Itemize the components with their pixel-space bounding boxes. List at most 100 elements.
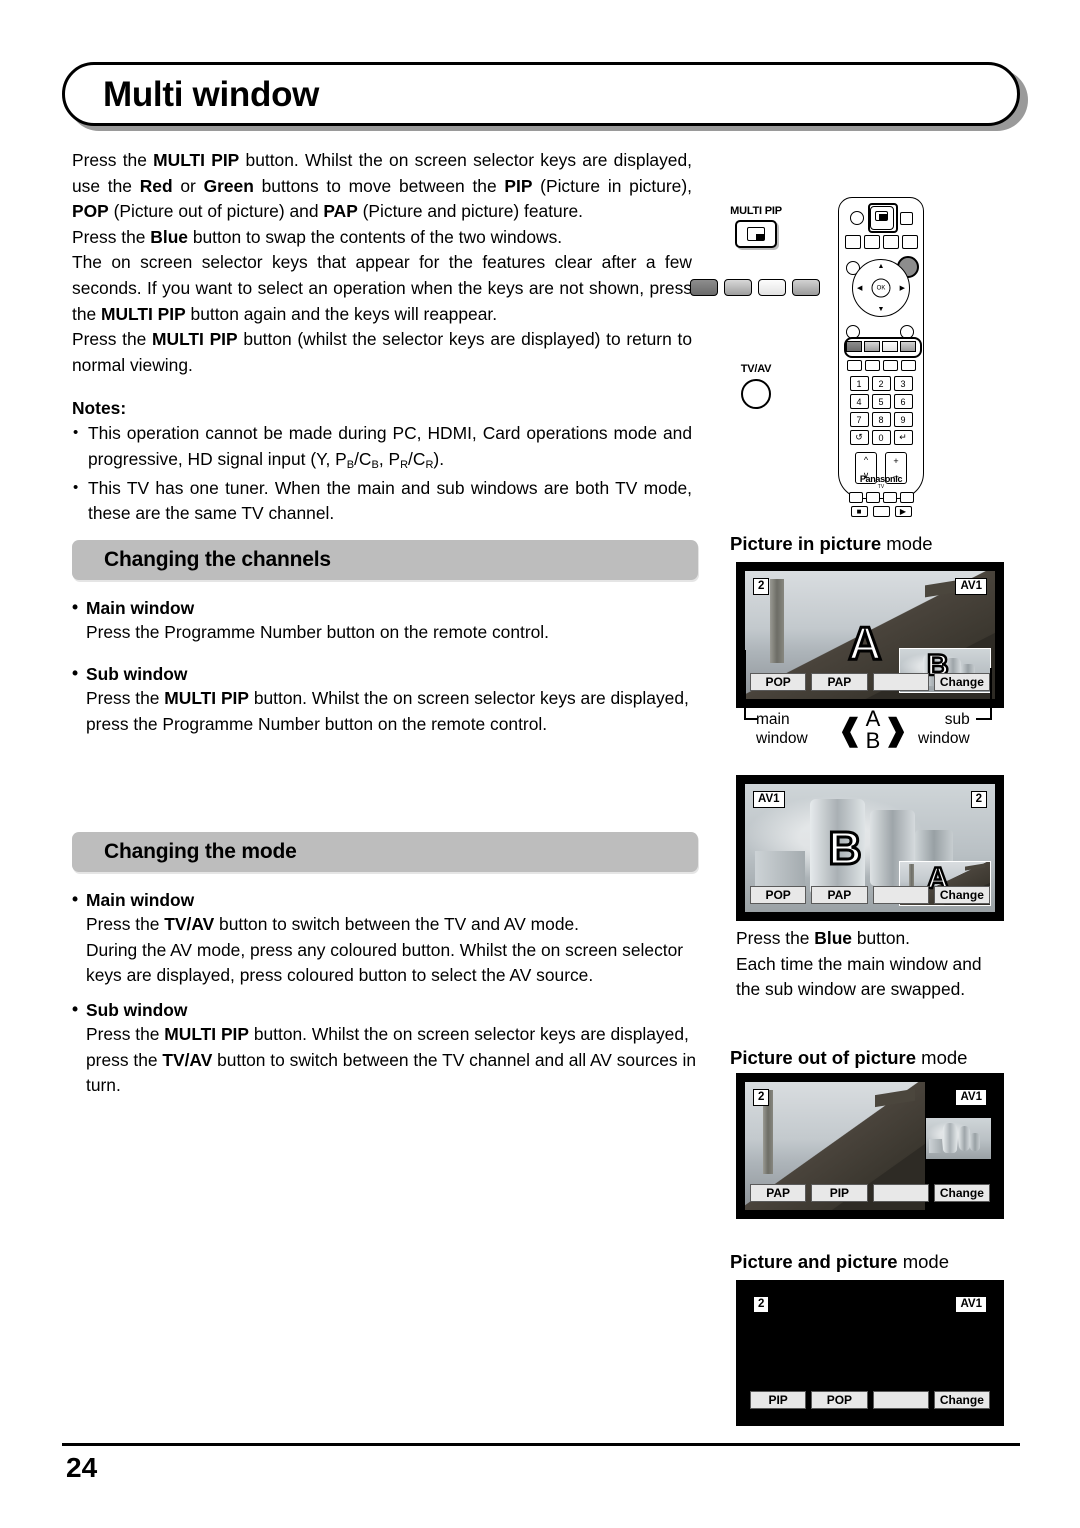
figure-heading-pip-bold: Picture in picture [730, 533, 882, 554]
selector-key-blank[interactable] [872, 1184, 929, 1203]
selector-key-blank[interactable] [872, 886, 929, 905]
brand-name: Panasonic [859, 474, 903, 484]
multipip-button[interactable] [735, 220, 777, 248]
page-title-banner: Multi window [62, 62, 1028, 131]
numeric-key-9[interactable]: 9 [893, 412, 913, 427]
red-button[interactable] [690, 279, 718, 296]
brand-plate: Panasonic TV [839, 474, 923, 490]
page-title: Multi window [103, 74, 320, 114]
pause-key[interactable] [872, 506, 890, 517]
numeric-key-4[interactable]: 4 [849, 394, 869, 409]
selector-key-change[interactable]: Change [933, 1391, 990, 1410]
power-button[interactable] [849, 211, 864, 225]
remote-key[interactable] [864, 360, 880, 371]
osd-tag-sub: AV1 [955, 1089, 987, 1106]
section-title: Changing the mode [104, 840, 297, 863]
sub-window-photo [926, 1117, 991, 1159]
section-header-changing-the-channels: Changing the channels [72, 540, 698, 580]
remote-key[interactable] [844, 235, 861, 249]
intro-paragraph-3: The on screen selector keys that appear … [72, 252, 692, 324]
glass-shape [942, 1122, 958, 1154]
figure-heading-pop-bold: Picture out of picture [730, 1047, 917, 1068]
selector-key-change[interactable]: Change [933, 1184, 990, 1203]
selector-key-blank[interactable] [872, 673, 929, 692]
osd-selector-bar: POP PAP Change [750, 673, 990, 692]
selector-key-pap[interactable]: PAP [811, 886, 868, 905]
transport-key[interactable] [848, 492, 863, 503]
remote-key[interactable] [846, 360, 862, 371]
pip-icon [747, 227, 765, 241]
swap-indicator: ❰ A B ❱ [838, 706, 909, 753]
selector-key-pap[interactable]: PAP [750, 1184, 807, 1203]
last-view-button[interactable]: ↺ [849, 430, 869, 445]
forward-key[interactable] [899, 492, 914, 503]
glass-shape [970, 1132, 980, 1151]
figure-heading-pop-light: mode [916, 1047, 968, 1068]
intro-paragraph-1: Press the MULTI PIP button. Whilst the o… [72, 150, 692, 222]
figure-heading-pap-bold: Picture and picture [730, 1251, 898, 1272]
ok-button[interactable]: OK [871, 278, 891, 298]
figure-heading-pip: Picture in picture mode [730, 533, 933, 555]
remote-key[interactable] [901, 235, 918, 249]
selector-key-pip[interactable]: PIP [750, 1391, 807, 1410]
note-item-1: This operation cannot be made during PC,… [72, 420, 692, 475]
selector-key-pip[interactable]: PIP [811, 1184, 868, 1203]
selector-key-pap[interactable]: PAP [811, 673, 868, 692]
remote-key[interactable] [882, 360, 898, 371]
label-sub-window: sub window [918, 710, 970, 748]
dpad-down-icon: ▼ [877, 306, 885, 313]
rewind-key[interactable] [882, 492, 897, 503]
osd-selector-bar: PIP POP Change [750, 1391, 990, 1410]
swap-letter-top: A [865, 706, 881, 731]
numeric-key-7[interactable]: 7 [849, 412, 869, 427]
selector-key-pop[interactable]: POP [750, 673, 807, 692]
tv-screen-content: 2 AV1 PAP PIP Change [745, 1082, 995, 1210]
selector-key-pop[interactable]: POP [750, 886, 807, 905]
selector-key-change[interactable]: Change [933, 886, 990, 905]
osd-tag-main: 2 [753, 1089, 770, 1106]
numeric-key-0[interactable]: 0 [871, 430, 891, 445]
osd-selector-bar: POP PAP Change [750, 886, 990, 905]
tv-screen-content: AV1 2 B A POP PAP Change [745, 784, 995, 912]
transport-key[interactable] [865, 492, 880, 503]
numeric-key-5[interactable]: 5 [871, 394, 891, 409]
selector-key-blank[interactable] [872, 1391, 929, 1410]
yellow-button[interactable] [758, 279, 786, 296]
subheading-main-window: Main window [72, 889, 708, 911]
numeric-key-3[interactable]: 3 [893, 376, 913, 391]
stop-key[interactable]: ■ [850, 506, 868, 517]
numeric-key-1[interactable]: 1 [849, 376, 869, 391]
title-banner: Multi window [62, 62, 1020, 126]
numeric-key-6[interactable]: 6 [893, 394, 913, 409]
back-button[interactable]: ↵ [893, 430, 913, 445]
remote-key[interactable] [863, 235, 880, 249]
numeric-key-2[interactable]: 2 [871, 376, 891, 391]
numeric-key-8[interactable]: 8 [871, 412, 891, 427]
swap-letter-bottom: B [865, 728, 881, 753]
coloured-keys-highlight [844, 337, 922, 358]
multipip-highlight [868, 203, 898, 233]
selector-key-pop[interactable]: POP [811, 1391, 868, 1410]
label-sub-window-line2: window [918, 730, 970, 747]
channels-main-window-block: Main window Press the Programme Number b… [72, 597, 708, 646]
osd-tag-main: AV1 [753, 791, 785, 808]
dpad-up-icon: ▲ [877, 263, 885, 270]
subheading-main-window: Main window [72, 597, 708, 619]
multipip-label: MULTI PIP [730, 205, 782, 217]
subheading-sub-window: Sub window [72, 999, 708, 1021]
remote-key[interactable] [900, 360, 916, 371]
dpad[interactable]: OK ▲ ▼ ◀ ▶ [852, 259, 910, 317]
channel-up-icon: ^ [863, 455, 869, 466]
blue-button[interactable] [792, 279, 820, 296]
figure-heading-pip-light: mode [881, 533, 933, 554]
tvav-button[interactable] [741, 379, 771, 409]
mode-sub-window-block: Sub window Press the MULTI PIP button. W… [72, 999, 708, 1099]
green-button[interactable] [724, 279, 752, 296]
remote-key[interactable] [882, 235, 899, 249]
dpad-left-icon: ◀ [857, 285, 863, 292]
play-key[interactable]: ▶ [894, 506, 912, 517]
aux-button[interactable] [899, 211, 913, 225]
tv-screen-pop: 2 AV1 PAP PIP Change [736, 1073, 1004, 1219]
glass-shape [958, 1126, 971, 1151]
label-sub-window-line1: sub [944, 711, 970, 728]
